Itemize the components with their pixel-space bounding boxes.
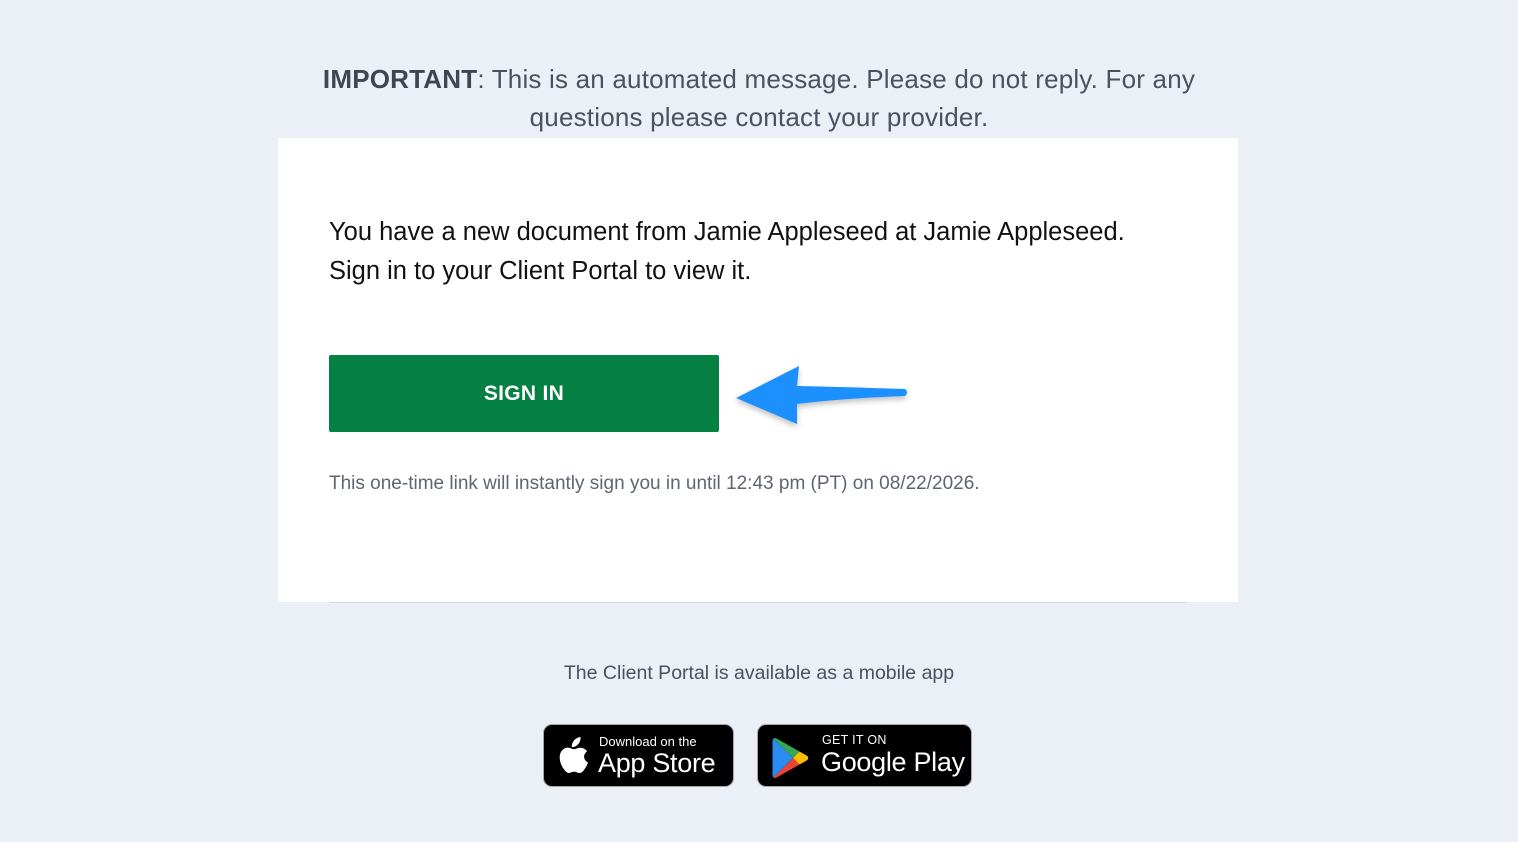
notice-label: IMPORTANT [322, 64, 478, 94]
document-message: You have a new document from Jamie Apple… [329, 213, 1199, 291]
message-line-2: Sign in to your Client Portal to view it… [329, 257, 752, 285]
important-notice: IMPORTANT: This is an automated message.… [300, 60, 1218, 136]
notice-text: : This is an automated message. Please d… [477, 64, 1196, 132]
google-play-icon [772, 737, 809, 779]
app-store-badge[interactable]: Download on the App Store [543, 724, 734, 787]
divider [329, 602, 1187, 603]
google-play-small-text: GET IT ON [822, 733, 887, 747]
google-play-badge[interactable]: GET IT ON Google Play [757, 724, 972, 787]
sign-in-button[interactable]: SIGN IN [329, 355, 719, 432]
email-card: You have a new document from Jamie Apple… [278, 138, 1238, 602]
pointer-arrow-icon [736, 366, 907, 424]
app-store-big-text: App Store [598, 748, 716, 778]
message-line-1: You have a new document from Jamie Apple… [329, 218, 1125, 246]
apple-icon [559, 737, 588, 773]
google-play-big-text: Google Play [821, 747, 965, 777]
link-expiry-note: This one-time link will instantly sign y… [329, 473, 980, 494]
app-store-small-text: Download on the [599, 734, 697, 749]
mobile-app-note: The Client Portal is available as a mobi… [563, 662, 955, 684]
